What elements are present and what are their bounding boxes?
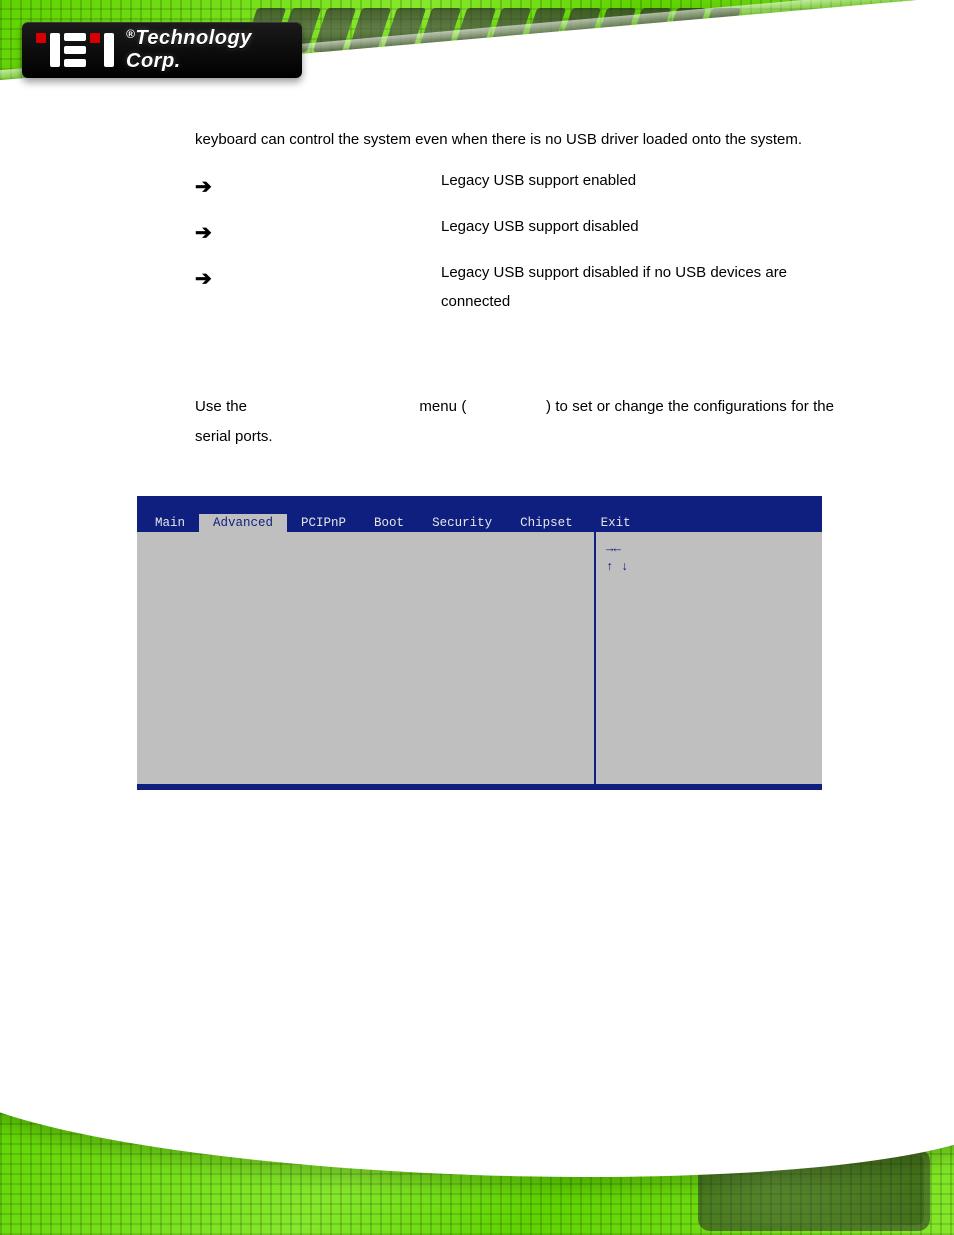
brand-text: ®Technology Corp. bbox=[126, 27, 288, 73]
option-description: Legacy USB support disabled bbox=[441, 213, 834, 242]
arrow-up-down-icon: ↑ ↓ bbox=[606, 558, 812, 576]
bios-header-spacer bbox=[137, 496, 822, 514]
bios-left-pane bbox=[137, 532, 596, 784]
para2-ref bbox=[471, 398, 542, 415]
page-content: keyboard can control the system even whe… bbox=[195, 125, 834, 472]
bios-tab-chipset[interactable]: Chipset bbox=[506, 514, 587, 532]
bios-screenshot: Main Advanced PCIPnP Boot Security Chips… bbox=[137, 496, 822, 790]
list-item: ➔ Legacy USB support disabled if no USB … bbox=[195, 259, 834, 316]
serial-port-paragraph: Use the menu ( ) to set or change the co… bbox=[195, 392, 834, 452]
option-description: Legacy USB support disabled if no USB de… bbox=[441, 259, 834, 316]
bios-tab-exit[interactable]: Exit bbox=[587, 514, 645, 532]
para2-text: menu ( bbox=[419, 398, 466, 415]
bios-tab-bar: Main Advanced PCIPnP Boot Security Chips… bbox=[137, 514, 822, 532]
para2-text: Use the bbox=[195, 398, 251, 415]
bios-tab-security[interactable]: Security bbox=[418, 514, 506, 532]
bios-window: Main Advanced PCIPnP Boot Security Chips… bbox=[137, 496, 822, 790]
arrow-right-icon: ➔ bbox=[195, 213, 241, 253]
brand-badge: ®Technology Corp. bbox=[22, 22, 302, 78]
arrow-left-right-icon: →← bbox=[606, 540, 812, 558]
intro-paragraph: keyboard can control the system even whe… bbox=[195, 125, 834, 155]
logo-bar-icon bbox=[104, 33, 114, 67]
brand-name: Technology Corp. bbox=[126, 27, 252, 72]
registered-mark: ® bbox=[126, 27, 135, 41]
page-footer-banner bbox=[0, 1085, 954, 1235]
bios-help-pane: →← ↑ ↓ bbox=[596, 532, 822, 784]
arrow-right-icon: ➔ bbox=[195, 167, 241, 207]
page-header-banner: ®Technology Corp. bbox=[0, 0, 954, 115]
brand-logo-iei bbox=[36, 33, 114, 67]
logo-dot-icon bbox=[36, 33, 46, 43]
option-description: Legacy USB support enabled bbox=[441, 167, 834, 196]
bios-tab-boot[interactable]: Boot bbox=[360, 514, 418, 532]
logo-dot-icon bbox=[90, 33, 100, 43]
bios-tab-main[interactable]: Main bbox=[141, 514, 199, 532]
bios-body: →← ↑ ↓ bbox=[137, 532, 822, 784]
bios-tab-advanced[interactable]: Advanced bbox=[199, 514, 287, 532]
para2-menu-name bbox=[251, 398, 415, 415]
arrow-right-icon: ➔ bbox=[195, 259, 241, 299]
usb-option-list: ➔ Legacy USB support enabled ➔ Legacy US… bbox=[195, 167, 834, 316]
logo-bar-icon bbox=[50, 33, 60, 67]
list-item: ➔ Legacy USB support disabled bbox=[195, 213, 834, 253]
bios-tab-pcipnp[interactable]: PCIPnP bbox=[287, 514, 360, 532]
list-item: ➔ Legacy USB support enabled bbox=[195, 167, 834, 207]
logo-e-icon bbox=[64, 33, 86, 67]
bios-footer bbox=[137, 784, 822, 790]
